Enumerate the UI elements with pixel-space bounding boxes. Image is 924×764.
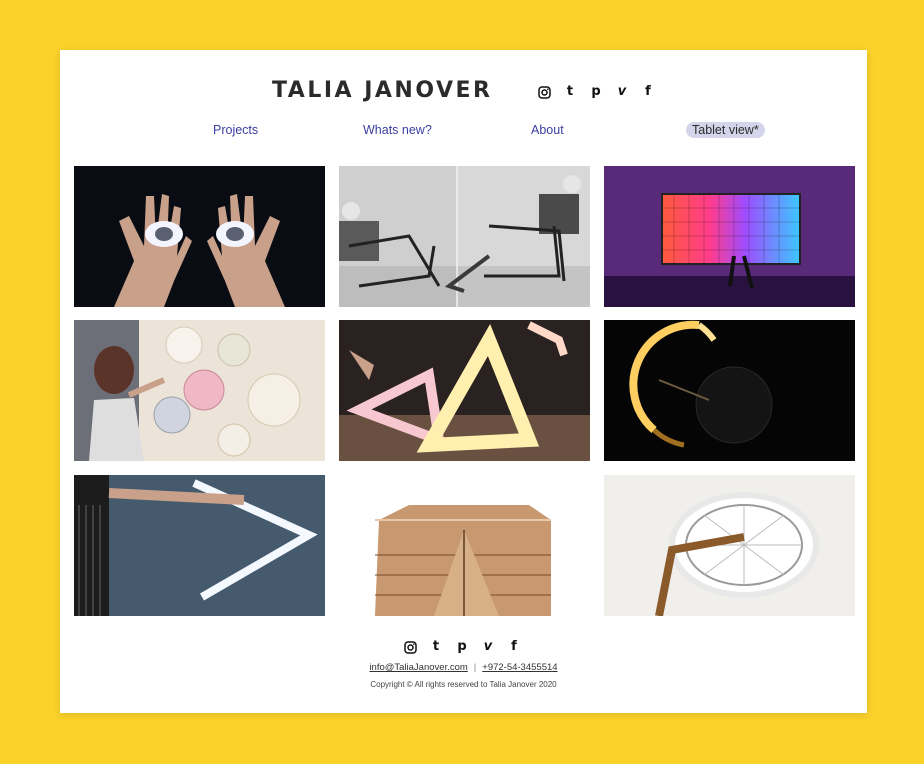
gallery-tile-light-v-sculpture[interactable]: [74, 475, 325, 616]
tumblr-icon[interactable]: t: [428, 639, 444, 655]
instagram-icon[interactable]: [402, 639, 418, 655]
instagram-icon[interactable]: [536, 84, 552, 100]
social-links-header: t p v f: [536, 84, 656, 100]
nav-item-projects[interactable]: Projects: [213, 122, 258, 138]
facebook-icon[interactable]: f: [640, 84, 656, 100]
gallery-tile-glowing-triangles[interactable]: [339, 320, 590, 461]
main-nav: Projects Whats new? About Tablet view*: [60, 122, 867, 144]
nav-item-tablet-view[interactable]: Tablet view*: [686, 122, 765, 138]
gallery-tile-glowing-eyes-hands[interactable]: [74, 166, 325, 307]
gallery-tile-bicycle-wheel-lamp[interactable]: [604, 475, 855, 616]
nav-item-about[interactable]: About: [531, 122, 564, 138]
social-links-footer: t p v f: [402, 639, 522, 655]
gallery-tile-wooden-block[interactable]: [339, 475, 590, 616]
footer-email-link[interactable]: info@TaliaJanover.com: [369, 662, 467, 673]
pinterest-icon[interactable]: p: [454, 639, 470, 655]
site-title[interactable]: TALIA JANOVER: [272, 78, 492, 103]
footer-copyright: Copyright © All rights reserved to Talia…: [370, 680, 557, 689]
gallery-tile-glowing-ring-dark[interactable]: [604, 320, 855, 461]
vimeo-icon[interactable]: v: [614, 84, 630, 100]
tumblr-icon[interactable]: t: [562, 84, 578, 100]
vimeo-icon[interactable]: v: [480, 639, 496, 655]
pinterest-icon[interactable]: p: [588, 84, 604, 100]
footer-separator: |: [473, 662, 477, 673]
footer-contact: info@TaliaJanover.com | +972-54-3455514: [60, 662, 867, 673]
footer-phone-link[interactable]: +972-54-3455514: [482, 662, 557, 673]
gallery-tile-led-pixel-wall[interactable]: [604, 166, 855, 307]
gallery-tile-masked-chair-photos[interactable]: [339, 166, 590, 307]
nav-item-whats-new[interactable]: Whats new?: [363, 122, 432, 138]
site-page: TALIA JANOVER t p v f Projects Whats new…: [60, 50, 867, 713]
gallery-tile-woman-plates-wall[interactable]: [74, 320, 325, 461]
facebook-icon[interactable]: f: [506, 639, 522, 655]
